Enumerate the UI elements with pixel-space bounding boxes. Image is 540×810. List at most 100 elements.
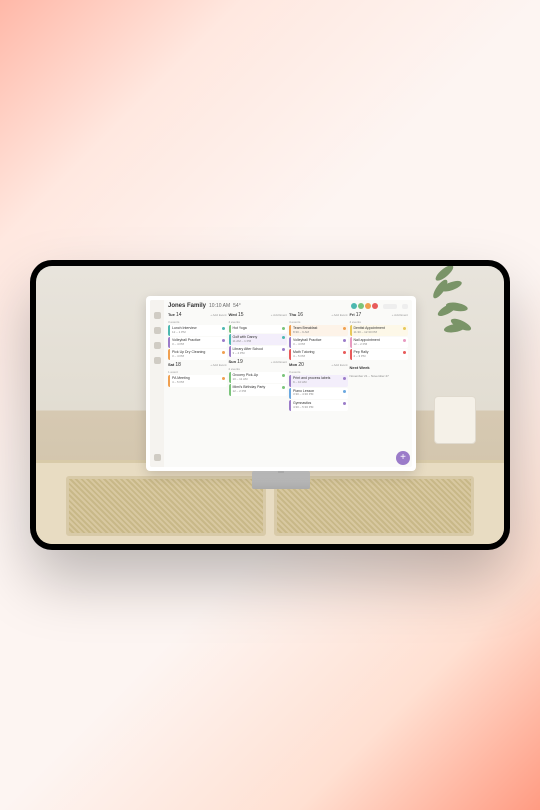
next-week-label: Next Week xyxy=(350,365,370,370)
event-dot-icon xyxy=(222,339,225,342)
event-dot-icon xyxy=(343,351,346,354)
event-card[interactable]: Pep Rally2 – 3 PM xyxy=(350,349,409,360)
temperature: 54° xyxy=(233,303,241,309)
day-column: Tue 14 + Add Event 3 eventsLunch Interview… xyxy=(168,311,227,464)
event-card[interactable]: Volleyball Practice3 – 4 PM xyxy=(168,337,227,348)
day-label: Mon 20 xyxy=(289,362,304,368)
event-card[interactable]: Library After School3 – 4 PM xyxy=(229,346,288,357)
event-card[interactable]: Volleyball Practice3 – 4 PM xyxy=(289,337,348,348)
event-time: 12 – 2 PM xyxy=(354,343,407,346)
day-header: Sun 19 + Add Event xyxy=(229,358,288,366)
add-event-link[interactable]: + Add Event xyxy=(210,313,226,317)
lists-icon[interactable] xyxy=(154,357,161,364)
event-card[interactable]: Math Tutoring4 – 5 PM xyxy=(289,349,348,360)
event-card[interactable]: Gymnastics4:30 – 5:30 PM xyxy=(289,400,348,411)
day-column: Fri 17 + Add Event 4 eventsDentist Appoint… xyxy=(350,311,409,464)
add-event-link[interactable]: + Add Event xyxy=(392,313,408,317)
device-mockup: Jones Family 10:10 AM 54° Tue 14 + Add Ev… xyxy=(30,260,510,550)
event-count: 3 events xyxy=(289,370,348,374)
day-header: Wed 15 + Add Event xyxy=(229,311,288,319)
calendar-frame: Jones Family 10:10 AM 54° Tue 14 + Add Ev… xyxy=(146,296,416,471)
add-event-link[interactable]: + Add Event xyxy=(210,363,226,367)
avatar[interactable] xyxy=(365,303,371,309)
add-event-link[interactable]: + Add Event xyxy=(331,363,347,367)
event-dot-icon xyxy=(403,327,406,330)
event-card[interactable]: Pick Up Dry Cleaning3 – 4 PM xyxy=(168,349,227,360)
sidebar xyxy=(150,300,164,467)
event-time: 10 – 11 AM xyxy=(233,378,286,381)
add-fab[interactable]: + xyxy=(396,451,410,465)
event-time: 11:30 – 12:30 PM xyxy=(354,331,407,334)
event-time: 3 – 4 PM xyxy=(233,352,286,355)
avatar[interactable] xyxy=(351,303,357,309)
event-dot-icon xyxy=(282,336,285,339)
next-week-range: November 21 – November 27 xyxy=(350,374,409,378)
view-toggle[interactable] xyxy=(383,304,397,309)
event-count: 4 events xyxy=(229,320,288,324)
frame-stand xyxy=(252,471,310,489)
tasks-icon[interactable] xyxy=(154,342,161,349)
header: Jones Family 10:10 AM 54° xyxy=(168,303,408,309)
clock: 10:10 AM xyxy=(209,303,230,309)
calendar-grid: Tue 14+ Add Event3 eventsLunch Interview… xyxy=(168,311,408,464)
event-card[interactable]: Team Breakfast8:30 – 9 AM xyxy=(289,325,348,336)
add-event-link[interactable]: + Add Event xyxy=(271,313,287,317)
event-card[interactable]: Dentist Appointment11:30 – 12:30 PM xyxy=(350,325,409,336)
event-card[interactable]: PA Meeting4 – 5 PM xyxy=(168,375,227,386)
day-label: Tue 14 xyxy=(168,312,182,318)
avatar[interactable] xyxy=(358,303,364,309)
event-time: 4 – 5 PM xyxy=(172,381,225,384)
day-header: Fri 17 + Add Event xyxy=(350,311,409,319)
event-dot-icon xyxy=(222,351,225,354)
add-event-link[interactable]: + Add Event xyxy=(331,313,347,317)
event-card[interactable]: Print and process labels9 – 10 AM xyxy=(289,375,348,386)
event-dot-icon xyxy=(343,390,346,393)
event-title: Hot Yoga xyxy=(233,327,286,331)
settings-icon[interactable] xyxy=(154,454,161,461)
home-icon[interactable] xyxy=(154,312,161,319)
event-time: 3 – 4 PM xyxy=(293,343,346,346)
event-time: 8:30 – 9 AM xyxy=(293,331,346,334)
event-count: 3 events xyxy=(168,320,227,324)
day-label: Sun 19 xyxy=(229,359,243,365)
event-card[interactable]: Grocery Pick-Up10 – 11 AM xyxy=(229,372,288,383)
day-header: Mon 20 + Add Event xyxy=(289,361,348,369)
event-card[interactable]: Piano Lesson3:30 – 4:30 PM xyxy=(289,388,348,399)
avatar[interactable] xyxy=(372,303,378,309)
event-time: 4 – 5 PM xyxy=(293,355,346,358)
day-label: Thu 16 xyxy=(289,312,303,318)
event-time: 11 AM – 1 PM xyxy=(233,340,286,343)
event-time: 3 – 4 PM xyxy=(172,343,225,346)
event-time: 3:30 – 4:30 PM xyxy=(293,393,346,396)
family-avatars[interactable] xyxy=(351,303,378,309)
event-count: 4 events xyxy=(350,320,409,324)
event-dot-icon xyxy=(282,327,285,330)
day-column: Wed 15 + Add Event 4 events Hot Yoga Golf wi… xyxy=(229,311,288,464)
event-card[interactable]: Nail appointment12 – 2 PM xyxy=(350,337,409,348)
event-count: 2 events xyxy=(229,367,288,371)
event-card[interactable]: Golf with Danny11 AM – 1 PM xyxy=(229,334,288,345)
photo-scene: Jones Family 10:10 AM 54° Tue 14 + Add Ev… xyxy=(36,266,504,544)
candle-decor xyxy=(434,396,476,444)
event-time: 2 – 3 PM xyxy=(354,355,407,358)
main-panel: Jones Family 10:10 AM 54° Tue 14 + Add Ev… xyxy=(164,300,412,467)
event-count: 1 event xyxy=(168,370,227,374)
event-time: 12 – 2 PM xyxy=(233,390,286,393)
day-column: Thu 16 + Add Event 4 eventsTeam Breakfast8… xyxy=(289,311,348,464)
family-name: Jones Family xyxy=(168,303,206,309)
day-header: Tue 14 + Add Event xyxy=(168,311,227,319)
event-time: 4:30 – 5:30 PM xyxy=(293,406,346,409)
event-card[interactable]: Hot Yoga xyxy=(229,325,288,333)
event-count: 4 events xyxy=(289,320,348,324)
event-time: 12 – 1 PM xyxy=(172,331,225,334)
event-card[interactable]: Mimi's Birthday Party12 – 2 PM xyxy=(229,384,288,395)
event-time: 3 – 4 PM xyxy=(172,355,225,358)
day-label: Wed 15 xyxy=(229,312,244,318)
more-button[interactable] xyxy=(402,304,408,309)
event-card[interactable]: Lunch Interview12 – 1 PM xyxy=(168,325,227,336)
event-dot-icon xyxy=(343,327,346,330)
calendar-icon[interactable] xyxy=(154,327,161,334)
add-event-link[interactable]: + Add Event xyxy=(271,360,287,364)
day-label: Fri 17 xyxy=(350,312,362,318)
event-dot-icon xyxy=(222,327,225,330)
